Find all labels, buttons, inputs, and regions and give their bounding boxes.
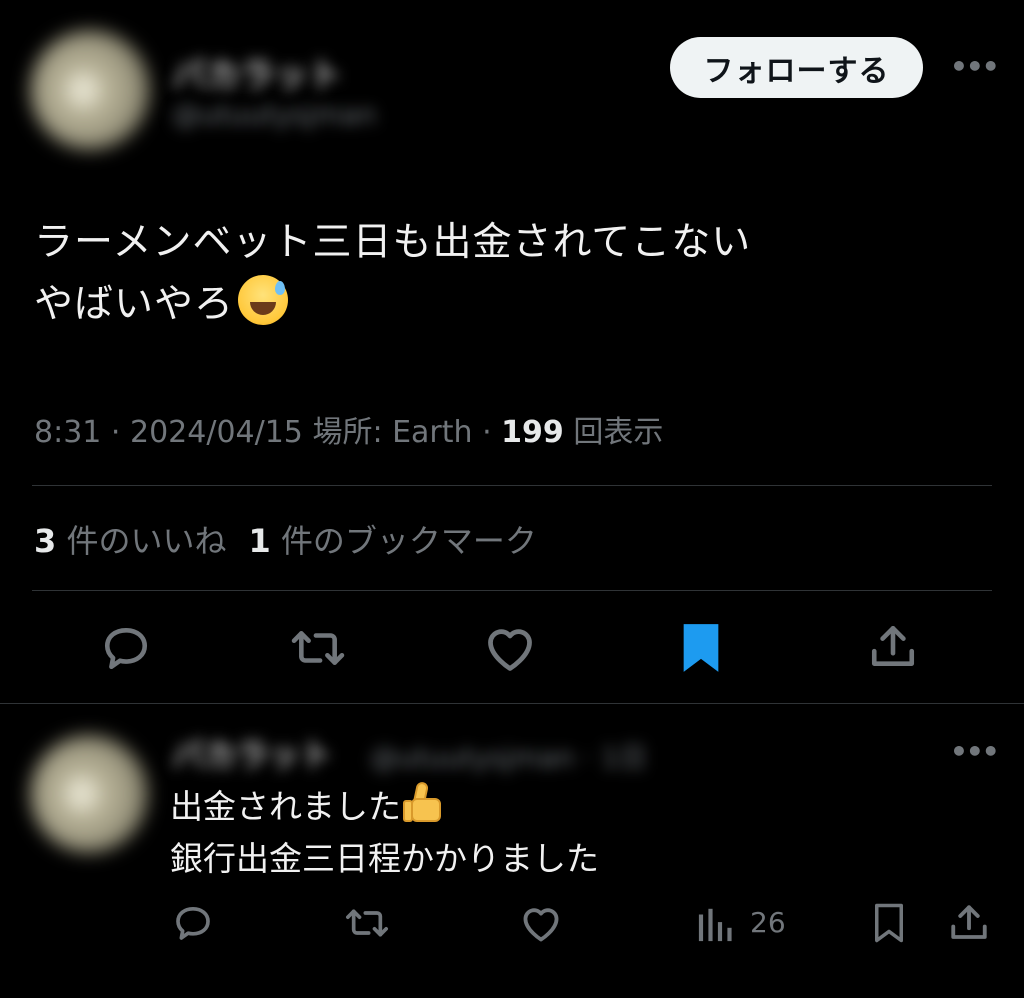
analytics-icon	[698, 908, 732, 942]
share-icon	[951, 905, 987, 939]
reply-author-name[interactable]: バカラット	[172, 730, 332, 776]
author-avatar[interactable]	[30, 30, 150, 150]
reply-views-button[interactable]	[696, 905, 736, 943]
reply-retweet-button[interactable]	[344, 903, 390, 943]
divider	[0, 703, 1024, 704]
reply-share-button[interactable]	[948, 902, 990, 944]
tweet-time[interactable]: 8:31	[34, 415, 101, 450]
reply-views-count: 26	[750, 906, 786, 939]
views-label: 回表示	[563, 415, 664, 450]
reply-author-avatar[interactable]	[30, 735, 148, 853]
bookmark-icon	[683, 624, 719, 672]
grinning-sweat-emoji-icon	[238, 275, 289, 325]
author-name[interactable]: バカラット	[172, 48, 342, 97]
heart-icon	[523, 908, 559, 942]
reply-text-line-1: 出金されました	[170, 787, 401, 826]
reply-text: 出金されました 銀行出金三日程かかりました	[170, 780, 599, 885]
reply-icon	[104, 628, 148, 670]
reply-bookmark-button[interactable]	[872, 902, 906, 944]
heart-icon	[488, 629, 532, 671]
retweet-button[interactable]	[290, 623, 346, 673]
more-options-icon[interactable]: •••	[950, 50, 1000, 83]
thumbs-up-emoji-icon	[401, 780, 445, 824]
retweet-icon	[346, 909, 388, 937]
share-icon	[871, 625, 915, 666]
tweet-date[interactable]: 2024/04/15	[130, 415, 303, 450]
bookmark-outline-icon	[875, 903, 903, 943]
bookmark-button[interactable]	[680, 622, 722, 674]
tweet-text-line-1: ラーメンベット三日も出金されてこない	[34, 220, 752, 265]
like-button[interactable]	[484, 625, 536, 673]
engagement-stats: 3 件のいいね 1 件のブックマーク	[34, 516, 537, 562]
share-button[interactable]	[868, 622, 918, 672]
tweet-meta: 8:31 · 2024/04/15 場所: Earth · 199 回表示	[34, 415, 664, 450]
tweet-location: Earth	[392, 415, 473, 450]
divider	[32, 485, 992, 486]
reply-icon	[176, 907, 210, 940]
author-handle[interactable]: @utuutysjman	[172, 98, 376, 131]
reply-text-line-2: 銀行出金三日程かかりました	[170, 839, 599, 878]
reply-author-handle[interactable]: @utuutysjman · 1日	[370, 736, 647, 776]
reply-reply-button[interactable]	[172, 903, 214, 943]
tweet-text: ラーメンベット三日も出金されてこない やばいやろ	[34, 212, 751, 336]
tweet-text-line-2: やばいやろ	[34, 282, 235, 327]
divider	[32, 590, 992, 591]
follow-button[interactable]: フォローする	[670, 37, 923, 98]
reply-like-button[interactable]	[520, 905, 562, 943]
retweet-icon	[291, 631, 345, 665]
reply-more-options-icon[interactable]: •••	[950, 735, 1000, 768]
views-count: 199	[501, 415, 564, 450]
likes-stat[interactable]: 3 件のいいね	[34, 522, 226, 560]
bookmarks-stat[interactable]: 1 件のブックマーク	[248, 522, 536, 560]
reply-button[interactable]	[100, 623, 152, 673]
